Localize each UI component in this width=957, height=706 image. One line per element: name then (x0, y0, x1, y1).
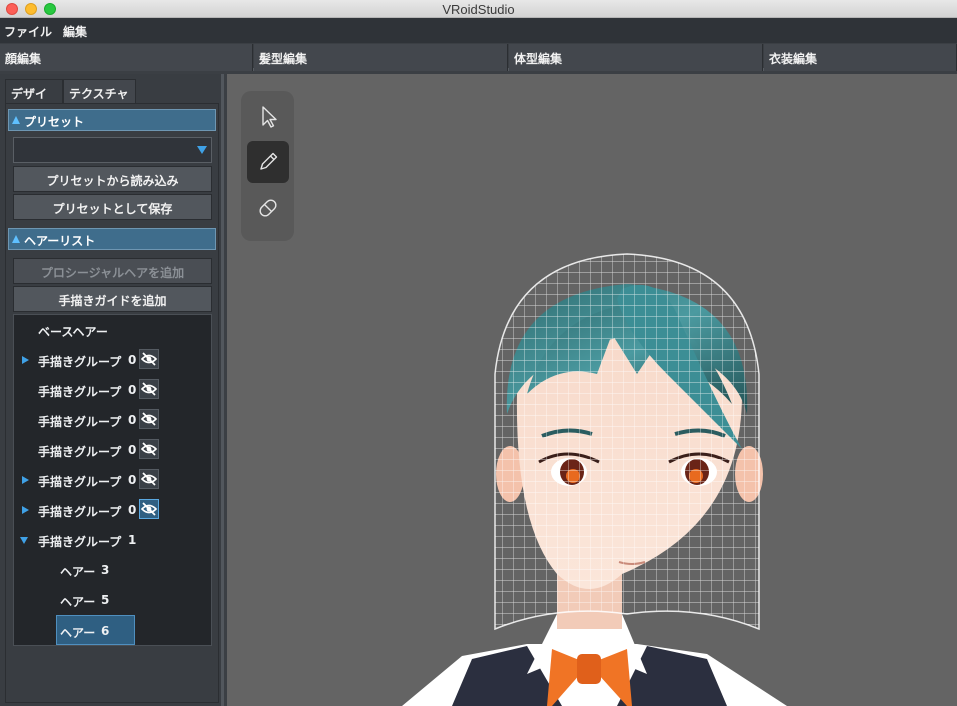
collapse-triangle-icon (12, 235, 20, 243)
expand-arrow-icon[interactable] (22, 506, 29, 514)
list-item-count: 0 (128, 413, 137, 427)
tab-body-edit[interactable]: 体型編集 (509, 44, 763, 71)
list-item-label: ベースヘアー (38, 325, 108, 339)
list-item-count: 6 (101, 624, 110, 638)
save-preset-button[interactable]: プリセットとして保存 (13, 194, 212, 220)
hidden-eye-icon[interactable] (139, 469, 159, 489)
hidden-eye-icon[interactable] (139, 409, 159, 429)
hair-list-section-header[interactable]: ヘアーリスト (8, 228, 216, 250)
list-item-selected[interactable]: ヘアー 6 (56, 615, 135, 645)
list-item-label: 手描きグループ (38, 535, 122, 549)
hidden-eye-icon[interactable] (139, 439, 159, 459)
menu-file[interactable]: ファイル (4, 23, 52, 40)
list-item-label: ヘアー (60, 595, 96, 609)
load-preset-button[interactable]: プリセットから読み込み (13, 166, 212, 192)
list-item[interactable]: 手描きグループ 0 (14, 465, 211, 495)
3d-viewport[interactable] (227, 74, 957, 706)
list-item-count: 0 (128, 383, 137, 397)
list-item-label: 手描きグループ (38, 505, 122, 519)
expand-arrow-icon[interactable] (22, 356, 29, 364)
list-item[interactable]: 手描きグループ 0 (14, 495, 211, 525)
dropdown-arrow-icon (197, 146, 207, 154)
list-item[interactable]: 手描きグループ 0 (14, 435, 211, 465)
list-item[interactable]: 手描きグループ 0 (14, 375, 211, 405)
list-item-label: 手描きグループ (38, 355, 122, 369)
list-item-count: 1 (128, 533, 137, 547)
tab-face-edit[interactable]: 顔編集 (0, 44, 253, 71)
title-bar: VRoidStudio (0, 0, 957, 18)
tab-outfit-edit[interactable]: 衣装編集 (764, 44, 957, 71)
subtab-texture[interactable]: テクスチャ (63, 79, 136, 104)
list-item-count: 5 (101, 593, 110, 607)
hidden-eye-icon[interactable] (139, 379, 159, 399)
tab-hair-edit[interactable]: 髪型編集 (254, 44, 508, 71)
list-item-count: 0 (128, 503, 137, 517)
preset-section-title: プリセット (24, 115, 85, 129)
expand-arrow-icon[interactable] (22, 476, 29, 484)
hidden-eye-icon[interactable] (139, 349, 159, 369)
list-item-label: 手描きグループ (38, 415, 122, 429)
list-item-count: 0 (128, 473, 137, 487)
list-item-count: 0 (128, 353, 137, 367)
window-title: VRoidStudio (442, 2, 515, 17)
character-model (402, 253, 787, 706)
list-item[interactable]: ベースヘアー (14, 315, 211, 345)
design-panel: プリセット プリセットから読み込み プリセットとして保存 ヘアーリスト プロシー… (5, 103, 219, 703)
list-item[interactable]: 手描きグループ 1 (14, 525, 211, 555)
list-item[interactable]: 手描きグループ 0 (14, 405, 211, 435)
menu-edit[interactable]: 編集 (63, 23, 87, 40)
list-item[interactable]: ヘアー 5 (14, 585, 211, 615)
subtab-design[interactable]: デザイン (5, 79, 63, 118)
list-item[interactable]: 手描きグループ 0 (14, 345, 211, 375)
collapse-arrow-icon[interactable] (20, 537, 28, 544)
add-procedural-hair-button[interactable]: プロシージャルヘアを追加 (13, 258, 212, 284)
menu-bar: ファイル 編集 (0, 18, 957, 43)
list-item-label: 手描きグループ (38, 385, 122, 399)
preset-section-header[interactable]: プリセット (8, 109, 216, 131)
list-item-label: 手描きグループ (38, 445, 122, 459)
list-item-label: 手描きグループ (38, 475, 122, 489)
hair-list: ベースヘアー 手描きグループ 0 手描きグループ 0 手描きグループ 0 手描き… (13, 314, 212, 646)
hair-list-section-title: ヘアーリスト (24, 234, 96, 248)
preset-dropdown[interactable] (13, 137, 212, 163)
collapse-triangle-icon (12, 116, 20, 124)
list-item-label: ヘアー (60, 626, 96, 640)
list-item-count: 0 (128, 443, 137, 457)
list-item[interactable]: ヘアー 3 (14, 555, 211, 585)
editor-mode-tabs: 顔編集 髪型編集 体型編集 衣装編集 (0, 44, 957, 71)
add-hand-drawn-guide-button[interactable]: 手描きガイドを追加 (13, 286, 212, 312)
left-panel: デザイン テクスチャ プリセット プリセットから読み込み プリセットとして保存 … (0, 74, 224, 706)
list-item-label: ヘアー (60, 565, 96, 579)
hidden-eye-icon[interactable] (139, 499, 159, 519)
list-item-count: 3 (101, 563, 110, 577)
